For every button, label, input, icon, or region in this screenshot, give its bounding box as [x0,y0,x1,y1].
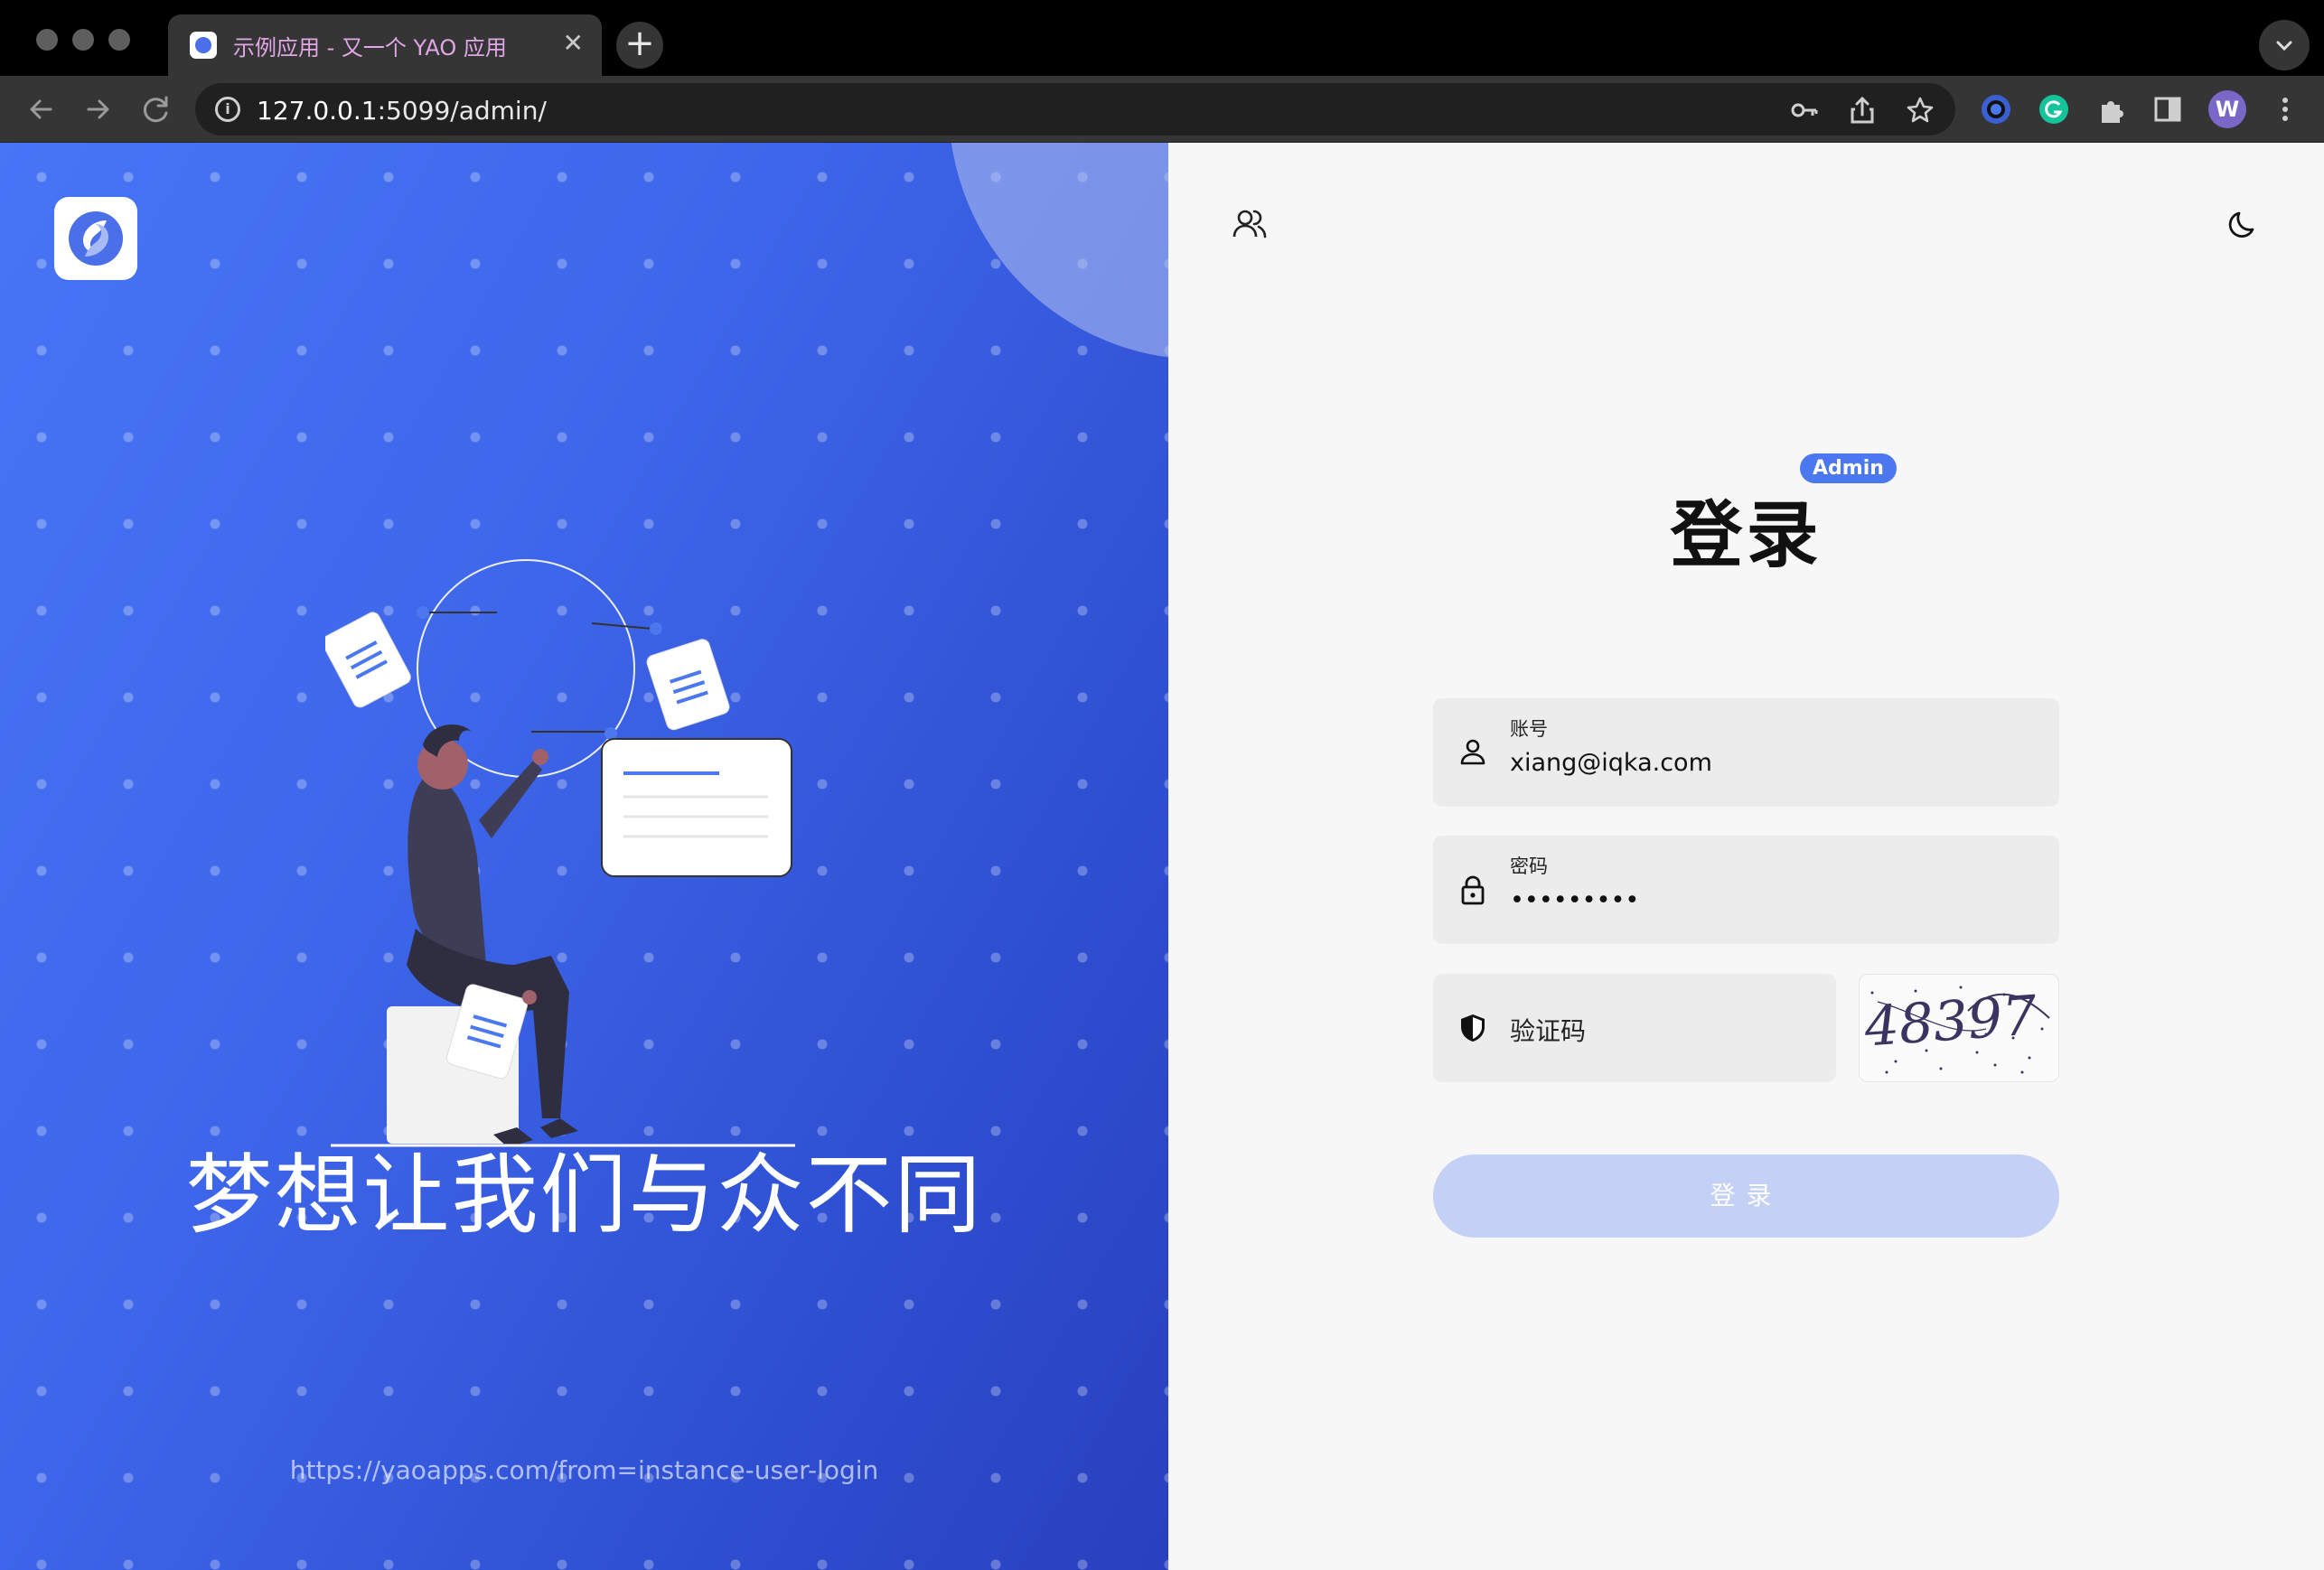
grammarly-icon[interactable] [2037,92,2071,126]
yao-logo-icon [69,211,123,266]
extensions-icon[interactable] [2094,92,2129,126]
moon-icon[interactable] [2226,206,2262,242]
address-url: 127.0.0.1:5099/admin/ [257,96,547,126]
key-icon[interactable] [1789,95,1820,126]
tab-title: 示例应用 - 又一个 YAO 应用 [233,35,507,61]
new-tab-button[interactable]: + [616,22,663,69]
address-bar[interactable]: i 127.0.0.1:5099/admin/ [195,83,1955,136]
login-title-wrap: 登录 [1168,477,2324,582]
account-label: 账号 [1510,718,1548,740]
sidepanel-icon[interactable] [2151,92,2185,126]
account-input[interactable]: xiang@iqka.com [1510,749,1712,777]
left-hero-panel: 梦想让我们与众不同 https://yaoapps.com/from=insta… [0,143,1168,1570]
user-switch-icon[interactable] [1232,206,1268,242]
login-panel: 登录 Admin 账号 xiang@iqka.com 密码 ••••••••• [1168,143,2324,1570]
window-minimize-button[interactable] [72,29,94,51]
captcha-input[interactable]: 验证码 [1510,1012,1586,1048]
tab-favicon-icon [190,32,217,59]
profile-avatar[interactable]: W [2208,90,2246,128]
admin-badge: Admin [1800,453,1897,483]
password-label: 密码 [1510,855,1548,877]
chevron-down-icon [2276,41,2292,51]
captcha-noise: 48397 [1861,984,2050,1074]
illustration-person-documents [325,559,795,1147]
browser-tab-active[interactable]: 示例应用 - 又一个 YAO 应用 ✕ [168,14,602,76]
share-icon[interactable] [1847,95,1878,126]
reload-icon[interactable] [137,90,175,128]
window-zoom-button[interactable] [108,29,130,51]
login-title: 登录 [1670,493,1823,577]
password-input[interactable]: ••••••••• [1510,886,1639,914]
menu-kebab-icon[interactable] [2268,92,2302,126]
tab-search-button[interactable] [2259,20,2310,70]
captcha-field[interactable]: 验证码 [1433,974,1836,1082]
slogan-text: 梦想让我们与众不同 [185,1145,983,1246]
site-info-icon[interactable]: i [215,97,240,122]
app-logo [54,197,137,280]
user-icon [1460,739,1485,765]
browser-titlebar: 示例应用 - 又一个 YAO 应用 ✕ + [0,0,2324,76]
tab-close-icon[interactable]: ✕ [563,27,584,60]
yaoapps-link[interactable]: https://yaoapps.com/from=instance-user-l… [0,1455,1168,1485]
captcha-image[interactable]: 48397 [1859,974,2059,1082]
password-field[interactable]: 密码 ••••••••• [1433,836,2059,944]
star-icon[interactable] [1905,95,1935,126]
window-close-button[interactable] [36,29,58,51]
forward-icon[interactable] [80,90,117,128]
account-field[interactable]: 账号 xiang@iqka.com [1433,698,2059,807]
lock-icon [1461,875,1485,905]
login-submit-button[interactable]: 登录 [1433,1154,2059,1238]
extension-circle-icon[interactable] [1979,92,2013,126]
back-icon[interactable] [22,90,60,128]
page-content: 梦想让我们与众不同 https://yaoapps.com/from=insta… [0,143,2324,1570]
browser-toolbar: i 127.0.0.1:5099/admin/ W [0,76,2324,143]
shield-icon [1461,1014,1485,1042]
